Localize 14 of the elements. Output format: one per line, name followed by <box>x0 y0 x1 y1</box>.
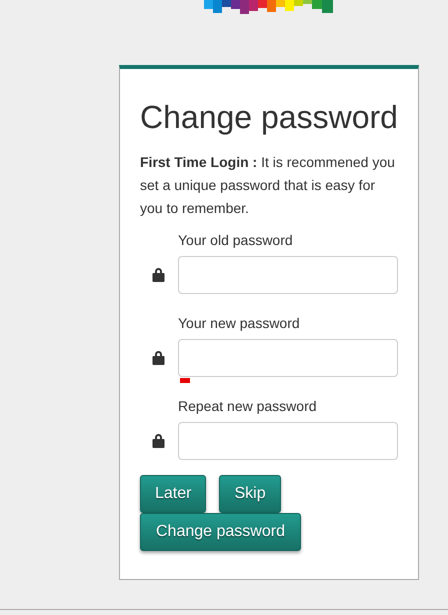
lock-icon <box>152 350 165 365</box>
action-button[interactable]: Later <box>140 475 206 513</box>
dialog-title: Change password <box>140 98 398 137</box>
password-field[interactable] <box>178 339 398 377</box>
lock-icon <box>152 267 165 282</box>
lock-icon <box>152 433 165 448</box>
password-field[interactable] <box>178 256 398 294</box>
password-field[interactable] <box>178 422 398 460</box>
action-button[interactable]: Skip <box>219 475 281 513</box>
intro-text: First Time Login : It is recommened you set a unique password that is easy for you to remember. <box>140 153 396 218</box>
field-label: Your new password <box>178 314 300 333</box>
action-button[interactable]: Change password <box>140 513 301 551</box>
field-label: Your old password <box>178 231 293 250</box>
field-label: Repeat new password <box>178 397 317 416</box>
